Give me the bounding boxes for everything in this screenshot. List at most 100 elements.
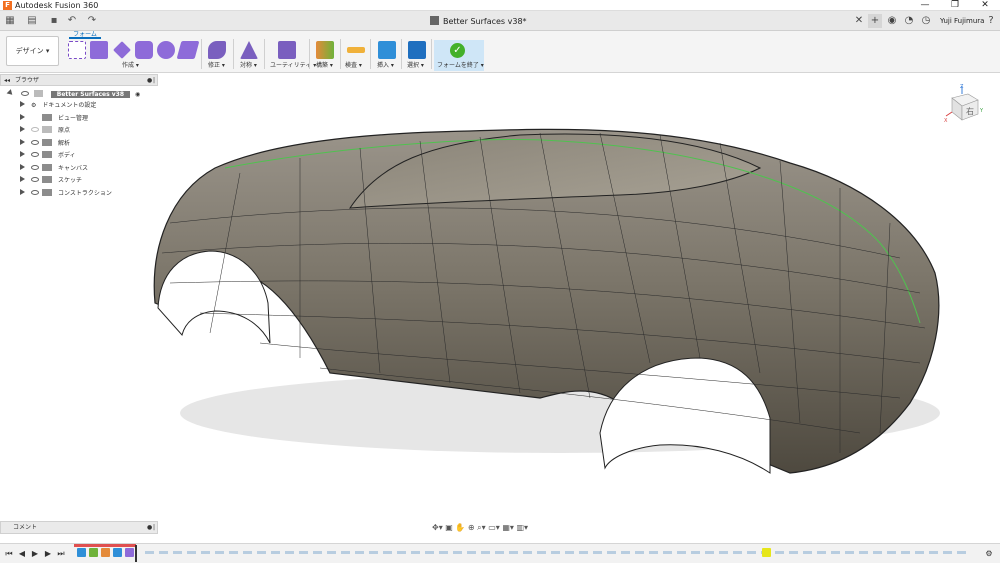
browser-item-canvases[interactable]: キャンバス — [20, 163, 88, 175]
browser-item-analysis[interactable]: 解析 — [20, 138, 70, 150]
visibility-eye-icon[interactable] — [31, 177, 39, 182]
timeline-feature-plane[interactable] — [101, 548, 110, 557]
go-to-end-icon[interactable]: ⏭ — [56, 549, 66, 559]
look-at-icon[interactable]: ▣ — [445, 523, 453, 532]
comments-panel[interactable]: コメント ● | — [0, 521, 158, 534]
undo-icon[interactable]: ↶ — [66, 15, 78, 27]
tab-form[interactable]: フォーム — [69, 31, 101, 39]
timeline-feature-canvas[interactable] — [113, 548, 122, 557]
car-body-model[interactable] — [0, 73, 1000, 543]
sphere-icon[interactable] — [157, 41, 175, 59]
select-arrow-icon[interactable] — [408, 41, 426, 59]
group-insert-label[interactable]: 挿入 ▾ — [377, 62, 394, 70]
step-back-icon[interactable]: ◀ — [17, 549, 27, 559]
expand-icon[interactable] — [20, 189, 25, 195]
group-construct-label[interactable]: 構築 ▾ — [316, 62, 333, 70]
maximize-button[interactable]: ❐ — [940, 0, 970, 11]
fit-icon[interactable]: ⌕▾ — [477, 523, 486, 532]
expand-icon[interactable] — [20, 164, 25, 170]
timeline-settings-icon[interactable]: ⚙ — [984, 549, 994, 559]
expand-icon[interactable] — [20, 114, 25, 120]
root-component-label[interactable]: Better Surfaces v38 — [50, 91, 131, 98]
timeline-suppressed-features[interactable] — [145, 551, 970, 554]
timeline-feature-form[interactable] — [125, 548, 134, 557]
symmetry-icon[interactable] — [240, 41, 258, 59]
expand-icon[interactable] — [20, 101, 25, 107]
group-select-label[interactable]: 選択 ▾ — [407, 62, 424, 70]
document-tab[interactable]: Better Surfaces v38* — [430, 14, 527, 29]
save-icon[interactable]: ▪ — [48, 15, 60, 27]
user-name[interactable]: Yuji Fujimura — [940, 14, 984, 28]
box-icon[interactable] — [90, 41, 108, 59]
finish-form-label[interactable]: フォームを終了 ▾ — [437, 62, 484, 70]
construct-plane-icon[interactable] — [316, 41, 334, 59]
viewports-icon[interactable]: ▥▾ — [516, 523, 528, 532]
browser-item-origin[interactable]: 原点 — [20, 125, 70, 137]
visibility-eye-icon[interactable] — [31, 190, 39, 195]
new-tab-icon[interactable]: + — [868, 14, 882, 28]
browser-item-document-settings[interactable]: ⚙ ドキュメントの設定 — [20, 100, 96, 112]
expand-icon[interactable] — [6, 89, 15, 97]
redo-icon[interactable]: ↷ — [86, 15, 98, 27]
group-inspect-label[interactable]: 検査 ▾ — [345, 62, 362, 70]
browser-panel-header[interactable]: ◂◂ ブラウザ ● | — [0, 74, 158, 86]
go-to-start-icon[interactable]: ⏮ — [4, 549, 14, 559]
display-settings-icon[interactable]: ▭▾ — [488, 523, 500, 532]
expand-icon[interactable] — [20, 151, 25, 157]
grid-settings-icon[interactable]: ▦▾ — [502, 523, 514, 532]
edit-form-icon[interactable] — [208, 41, 226, 59]
workspace-switcher[interactable]: デザイン ▾ — [6, 36, 59, 66]
close-tab-button[interactable]: ✕ — [852, 14, 866, 28]
visibility-eye-icon[interactable] — [31, 152, 39, 157]
group-create-label[interactable]: 作成 ▾ — [122, 62, 139, 70]
timeline-feature-highlighted[interactable] — [762, 548, 771, 557]
visibility-eye-icon[interactable] — [31, 127, 39, 132]
plane-icon[interactable] — [113, 41, 131, 59]
finish-form-check-icon[interactable]: ✓ — [450, 43, 465, 58]
group-modify-label[interactable]: 修正 ▾ — [208, 62, 225, 70]
step-forward-icon[interactable]: ▶ — [43, 549, 53, 559]
extensions-icon[interactable]: ◉ — [885, 14, 899, 28]
pan-icon[interactable]: ✋ — [455, 523, 465, 532]
browser-item-sketches[interactable]: スケッチ — [20, 175, 82, 187]
3d-viewport[interactable] — [0, 73, 1000, 543]
browser-item-named-views[interactable]: ビュー管理 — [20, 113, 88, 125]
visibility-eye-icon[interactable] — [31, 140, 39, 145]
play-icon[interactable]: ▶ — [30, 549, 40, 559]
timeline-feature-canvas[interactable] — [77, 548, 86, 557]
navigation-bar: ✥▾ ▣ ✋ ⊕ ⌕▾ ▭▾ ▦▾ ▥▾ — [432, 521, 562, 535]
comments-close-icon[interactable]: | — [153, 522, 155, 534]
browser-options-icon[interactable]: ● — [147, 75, 152, 86]
minimize-button[interactable]: — — [910, 0, 940, 11]
face-icon[interactable] — [176, 41, 200, 59]
expand-icon[interactable] — [20, 126, 25, 132]
timeline-bar: ⏮ ◀ ▶ ▶ ⏭ ⚙ — [0, 543, 1000, 563]
create-form-icon[interactable] — [68, 41, 86, 59]
group-symmetry-label[interactable]: 対称 ▾ — [240, 62, 257, 70]
comments-options-icon[interactable]: ● — [147, 522, 152, 534]
utilities-icon[interactable] — [278, 41, 296, 59]
timeline-playhead[interactable] — [135, 545, 137, 562]
notifications-icon[interactable]: ◷ — [919, 14, 933, 28]
browser-item-construction[interactable]: コンストラクション — [20, 188, 112, 200]
help-icon[interactable]: ? — [984, 14, 998, 28]
collapse-panel-icon[interactable]: ◂◂ — [4, 75, 10, 86]
expand-icon[interactable] — [20, 139, 25, 145]
grid-menu-icon[interactable]: ▦ — [4, 15, 16, 27]
job-status-icon[interactable]: ◔ — [902, 14, 916, 28]
measure-icon[interactable] — [347, 47, 365, 53]
close-button[interactable]: ✕ — [970, 0, 1000, 11]
insert-image-icon[interactable] — [378, 41, 396, 59]
timeline-feature-plane[interactable] — [89, 548, 98, 557]
file-menu-icon[interactable]: ▤ — [26, 15, 38, 27]
browser-item-bodies[interactable]: ボディ — [20, 150, 76, 162]
expand-icon[interactable] — [20, 176, 25, 182]
browser-close-icon[interactable]: | — [153, 75, 155, 86]
zoom-icon[interactable]: ⊕ — [468, 523, 475, 532]
orbit-icon[interactable]: ✥▾ — [432, 523, 443, 532]
activate-radio-icon[interactable]: ◉ — [135, 91, 140, 98]
view-cube[interactable]: 右 Z X Y — [944, 84, 984, 124]
visibility-eye-icon[interactable] — [31, 165, 39, 170]
visibility-eye-icon[interactable] — [20, 91, 29, 96]
cylinder-icon[interactable] — [135, 41, 153, 59]
